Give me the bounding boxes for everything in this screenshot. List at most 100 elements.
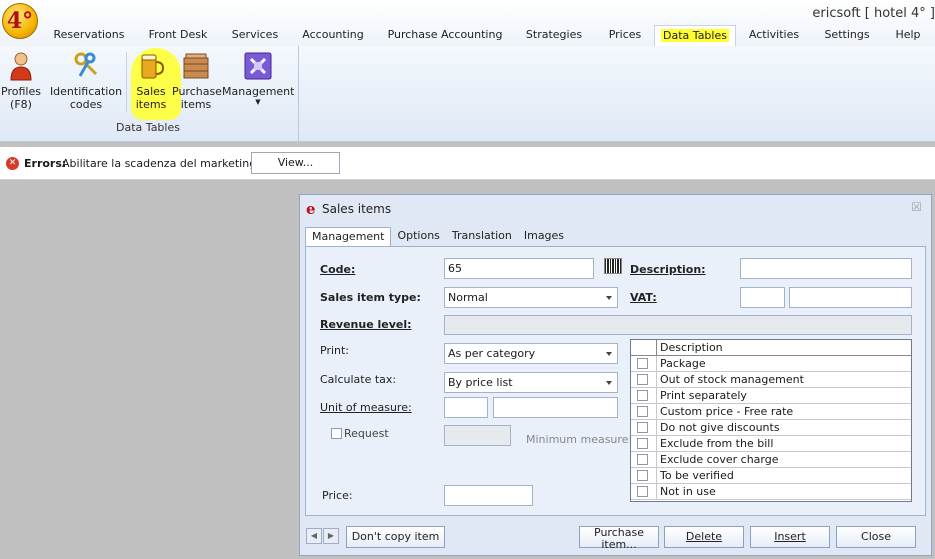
barcode-icon[interactable] [604,258,622,274]
options-row-custom-price[interactable]: Custom price - Free rate [631,404,911,420]
insert-button[interactable]: Insert [750,526,830,548]
description-label: Description: [630,263,706,276]
profiles-button[interactable]: Profiles (F8) [1,50,41,111]
price-label: Price: [322,489,353,502]
error-label: Errors: [24,157,67,170]
options-row-cell [631,404,657,419]
dialog-tabs: Management Options Translation Images [305,227,570,247]
ribbon-group-data-tables: Profiles (F8) Identification codes Sales… [0,46,299,142]
next-record-button[interactable]: ▶ [323,528,339,544]
description-input[interactable] [740,258,912,279]
vat-description-input[interactable] [789,287,912,308]
sales-item-type-value: Normal [448,291,488,304]
ribbon-separator [126,52,127,112]
custom-price-checkbox[interactable] [637,406,648,417]
prev-record-button[interactable]: ◀ [306,528,322,544]
tab-data-tables[interactable]: Data Tables [654,25,736,46]
app-logo[interactable]: 4° [2,3,38,39]
purchase-item-button[interactable]: Purchase item... [579,526,659,551]
tab-help[interactable]: Help [882,25,934,46]
unit-of-measure-description-input[interactable] [493,397,618,418]
options-row-exclude-bill[interactable]: Exclude from the bill [631,436,911,452]
management-button[interactable]: Management ▼ [222,50,294,106]
tab-settings[interactable]: Settings [812,25,882,46]
options-row-label: To be verified [660,469,734,482]
tab-data-tables-label: Data Tables [661,29,729,42]
close-button[interactable]: Close [836,526,916,548]
options-row-label: Exclude from the bill [660,437,774,450]
options-row-exclude-cover[interactable]: Exclude cover charge [631,452,911,468]
options-row-label: Out of stock management [660,373,804,386]
exclude-cover-checkbox[interactable] [637,454,648,465]
options-row-out-of-stock[interactable]: Out of stock management [631,372,911,388]
sales-item-type-label: Sales item type: [320,291,421,304]
options-row-cell [631,484,657,499]
sales-items-button[interactable]: Sales items [132,50,170,111]
view-button[interactable]: View... [251,152,340,174]
no-discounts-checkbox[interactable] [637,422,648,433]
options-row-print-separately[interactable]: Print separately [631,388,911,404]
identification-codes-label-2: codes [69,98,103,111]
request-checkbox[interactable] [331,428,342,439]
purchase-items-button[interactable]: Purchase items [172,50,222,111]
vat-code-input[interactable] [740,287,785,308]
identification-codes-button[interactable]: Identification codes [48,50,124,111]
tab-purchase-accounting[interactable]: Purchase Accounting [378,25,512,46]
options-row-cell [631,356,657,371]
options-row-cell [631,388,657,403]
identification-codes-label: Identification [49,85,123,98]
options-row-no-discounts[interactable]: Do not give discounts [631,420,911,436]
purchase-items-label: Purchase [172,85,222,98]
options-grid-header: Description [631,340,911,356]
price-input[interactable] [444,485,533,506]
out-of-stock-checkbox[interactable] [637,374,648,385]
profiles-shortcut: (F8) [10,98,32,111]
person-icon [10,52,32,81]
print-separately-checkbox[interactable] [637,390,648,401]
tab-translation[interactable]: Translation [446,227,518,246]
purchase-items-label-2: items [180,98,212,111]
tab-strategies[interactable]: Strategies [512,25,596,46]
options-row-label: Custom price - Free rate [660,405,794,418]
print-value: As per category [448,347,536,360]
code-input[interactable]: 65 [444,258,594,279]
tab-front-desk[interactable]: Front Desk [134,25,222,46]
calculate-tax-select[interactable]: By price list [444,372,618,393]
options-row-not-in-use[interactable]: Not in use [631,484,911,500]
beer-mug-icon [141,54,165,79]
options-row-label: Do not give discounts [660,421,780,434]
tab-accounting[interactable]: Accounting [288,25,378,46]
dont-copy-item-button[interactable]: Don't copy item [346,526,445,548]
options-grid-header-check [631,340,657,355]
options-row-to-be-verified[interactable]: To be verified [631,468,911,484]
tab-reservations[interactable]: Reservations [44,25,134,46]
sales-item-type-select[interactable]: Normal [444,287,618,308]
chevron-down-icon [606,352,612,356]
options-row-cell [631,436,657,451]
code-label: Code: [320,263,356,276]
options-row-label: Not in use [660,485,716,498]
error-message: Abilitare la scadenza del marketing* [62,157,262,170]
tab-management[interactable]: Management [305,227,392,247]
package-checkbox[interactable] [637,358,648,369]
print-select[interactable]: As per category [444,343,618,364]
unit-of-measure-code-input[interactable] [444,397,488,418]
sales-items-label: Sales [136,85,166,98]
tab-images[interactable]: Images [518,227,570,246]
not-in-use-checkbox[interactable] [637,486,648,497]
revenue-level-label[interactable]: Revenue level: [320,318,412,331]
tab-services[interactable]: Services [222,25,288,46]
tab-prices[interactable]: Prices [596,25,654,46]
options-row-package[interactable]: Package [631,356,911,372]
vat-label: VAT: [630,291,657,304]
tab-activities[interactable]: Activities [736,25,812,46]
tab-options[interactable]: Options [391,227,445,246]
to-be-verified-checkbox[interactable] [637,470,648,481]
exclude-bill-checkbox[interactable] [637,438,648,449]
profiles-label: Profiles [1,85,41,98]
ribbon-group-label: Data Tables [116,121,180,134]
unit-of-measure-label[interactable]: Unit of measure: [320,401,412,414]
close-icon[interactable]: ☒ [911,200,922,214]
delete-button[interactable]: Delete [664,526,744,548]
request-label: Request [344,427,389,440]
